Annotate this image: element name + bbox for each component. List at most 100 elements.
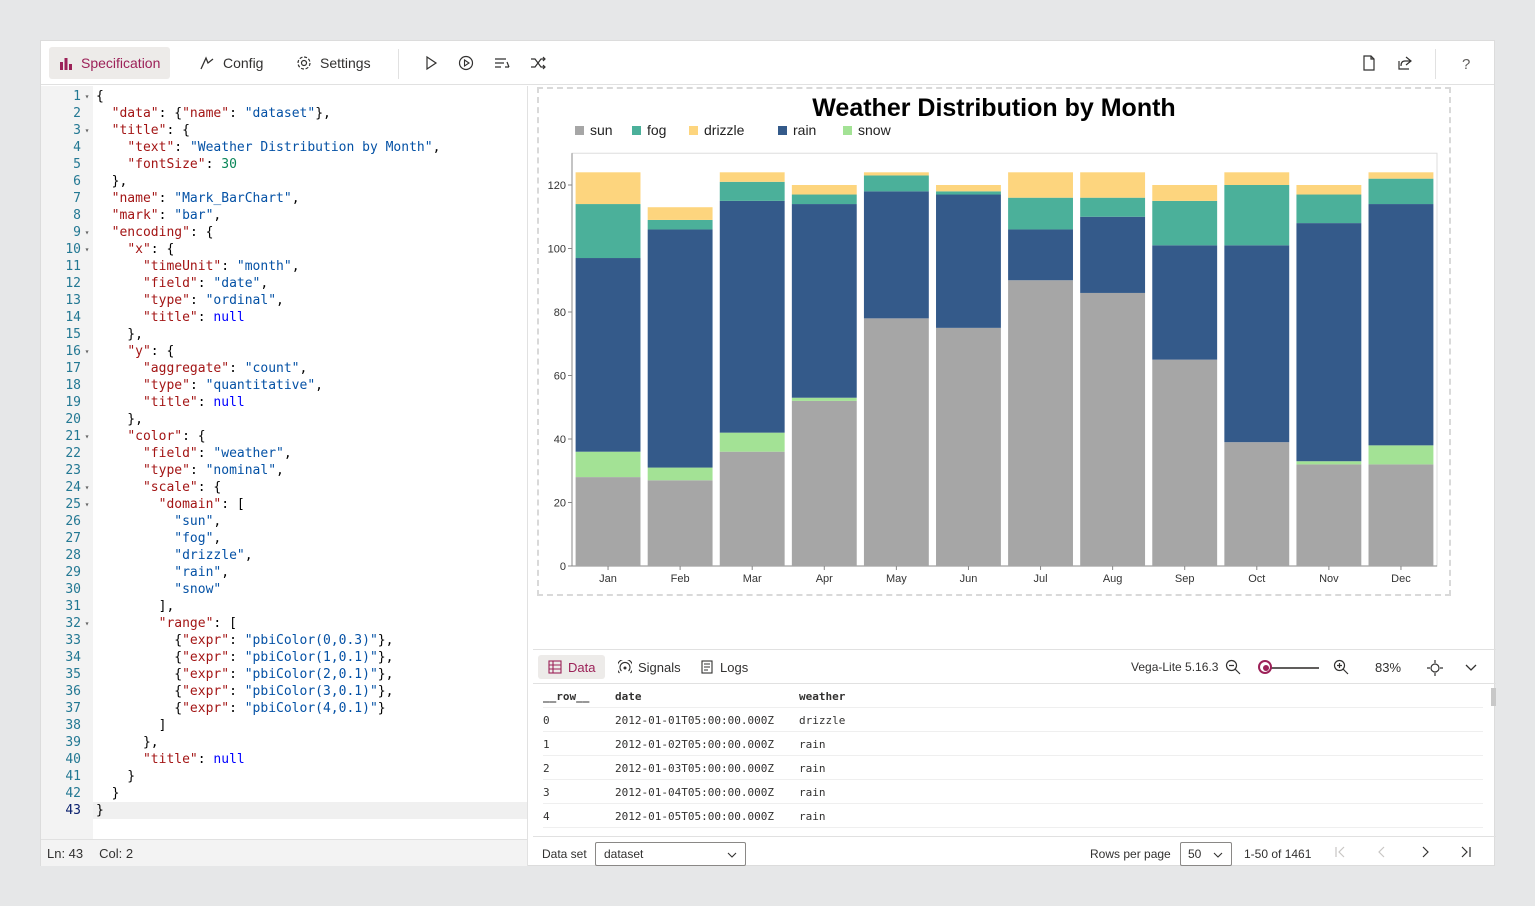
table-cell: 2012-01-04T05:00:00.000Z <box>615 786 774 799</box>
x-tick-label: Jul <box>1034 573 1048 585</box>
code-line[interactable]: "fontSize": 30 <box>96 156 237 173</box>
line-number: 42 <box>65 786 81 801</box>
line-number: 38 <box>65 718 81 733</box>
code-line[interactable]: "text": "Weather Distribution by Month", <box>96 139 440 156</box>
code-line[interactable]: "name": "Mark_BarChart", <box>96 190 300 207</box>
code-line[interactable]: "drizzle", <box>96 547 252 564</box>
document-icon[interactable] <box>1359 53 1379 73</box>
code-line[interactable]: "color": { <box>96 428 205 445</box>
run-icon[interactable] <box>421 53 441 73</box>
fit-to-view-icon[interactable] <box>1426 659 1444 677</box>
line-number: 18 <box>65 378 81 393</box>
fold-chevron-icon[interactable]: ▾ <box>82 428 92 445</box>
chevron-down-icon[interactable] <box>1463 659 1479 675</box>
fold-chevron-icon[interactable]: ▾ <box>82 122 92 139</box>
tab-specification[interactable]: Specification <box>49 47 171 79</box>
column-header: date <box>615 690 642 703</box>
zoom-out-icon[interactable] <box>1225 659 1241 675</box>
code-line[interactable]: }, <box>96 326 143 343</box>
bar-segment-snow <box>791 397 857 401</box>
zoom-in-icon[interactable] <box>1333 659 1349 675</box>
code-line[interactable]: {"expr": "pbiColor(2,0.1)"}, <box>96 666 393 683</box>
fold-chevron-icon[interactable]: ▾ <box>82 88 92 105</box>
tab-settings[interactable]: Settings <box>286 47 381 79</box>
shuffle-icon[interactable] <box>528 53 548 73</box>
code-line[interactable]: ] <box>96 717 167 734</box>
code-line[interactable]: "data": {"name": "dataset"}, <box>96 105 331 122</box>
bar-segment-rain <box>936 194 1001 328</box>
data-panel: Data Signals Logs Vega-Lite 5.16.3 83% _… <box>533 649 1496 867</box>
code-line[interactable]: "type": "ordinal", <box>96 292 284 309</box>
code-line[interactable]: "aggregate": "count", <box>96 360 307 377</box>
code-line[interactable]: "title": null <box>96 751 245 768</box>
code-line[interactable]: }, <box>96 734 159 751</box>
rows-per-page-select[interactable]: 50 <box>1180 842 1232 866</box>
bar-segment-sun <box>575 477 641 566</box>
dataset-label: Data set <box>542 847 587 861</box>
auto-apply-icon[interactable] <box>456 53 476 73</box>
code-line[interactable]: } <box>96 785 120 802</box>
code-line[interactable]: "field": "date", <box>96 275 268 292</box>
code-line[interactable]: "encoding": { <box>96 224 214 241</box>
code-line[interactable]: "x": { <box>96 241 174 258</box>
code-line[interactable]: "y": { <box>96 343 174 360</box>
code-line[interactable]: }, <box>96 173 128 190</box>
code-line[interactable]: } <box>96 768 135 785</box>
tab-signals[interactable]: Signals <box>608 655 691 679</box>
bar-segment-sun <box>863 318 929 566</box>
code-line[interactable]: {"expr": "pbiColor(1,0.1)"}, <box>96 649 393 666</box>
tab-data[interactable]: Data <box>538 655 606 679</box>
help-icon[interactable]: ? <box>1456 53 1476 73</box>
code-line[interactable]: "title": null <box>96 309 245 326</box>
table-scrollbar[interactable] <box>1491 688 1496 706</box>
code-line[interactable]: "timeUnit": "month", <box>96 258 300 275</box>
code-line[interactable]: "range": [ <box>96 615 237 632</box>
bar-segment-rain <box>719 200 785 433</box>
code-line[interactable]: "snow" <box>96 581 221 598</box>
table-cell: drizzle <box>799 714 846 727</box>
fold-chevron-icon[interactable]: ▾ <box>82 615 92 632</box>
code-line[interactable]: ], <box>96 598 175 615</box>
code-line[interactable]: "field": "weather", <box>96 445 292 462</box>
code-line[interactable]: "fog", <box>96 530 221 547</box>
code-line[interactable]: } <box>93 802 527 819</box>
fold-chevron-icon[interactable]: ▾ <box>82 343 92 360</box>
code-line[interactable]: "type": "quantitative", <box>96 377 323 394</box>
code-line[interactable]: "type": "nominal", <box>96 462 284 479</box>
line-number: 17 <box>65 361 81 376</box>
code-line[interactable]: {"expr": "pbiColor(0,0.3)"}, <box>96 632 393 649</box>
code-line[interactable]: "mark": "bar", <box>96 207 222 224</box>
line-number: 16 <box>65 344 81 359</box>
code-line[interactable]: "domain": [ <box>96 496 245 513</box>
code-line[interactable]: "scale": { <box>96 479 221 496</box>
share-icon[interactable] <box>1395 53 1415 73</box>
fold-chevron-icon[interactable]: ▾ <box>82 241 92 258</box>
tab-logs[interactable]: Logs <box>690 655 758 679</box>
spec-editor[interactable]: 1 ▾ 2 3 ▾ 4 5 6 7 8 9 ▾ 10 ▾ 11 12 13 14 15 16 ▾ 17 18 19 20 21 ▾ 2… <box>41 86 528 839</box>
code-line[interactable]: {"expr": "pbiColor(4,0.1)"} <box>96 700 385 717</box>
code-line[interactable]: "rain", <box>96 564 229 581</box>
first-page-icon[interactable] <box>1333 845 1347 859</box>
format-icon[interactable] <box>492 53 512 73</box>
fold-chevron-icon[interactable]: ▾ <box>82 496 92 513</box>
code-line[interactable]: }, <box>96 411 143 428</box>
line-number: 10 <box>65 242 81 257</box>
code-line[interactable]: "sun", <box>96 513 221 530</box>
last-page-icon[interactable] <box>1459 845 1473 859</box>
previous-page-icon[interactable] <box>1375 845 1389 859</box>
code-line[interactable]: {"expr": "pbiColor(3,0.1)"}, <box>96 683 393 700</box>
code-line[interactable]: "title": { <box>96 122 190 139</box>
zoom-slider-thumb[interactable] <box>1258 660 1272 674</box>
next-page-icon[interactable] <box>1418 845 1432 859</box>
x-tick-label: Apr <box>816 573 833 585</box>
code-line[interactable]: { <box>96 88 104 105</box>
fold-chevron-icon[interactable]: ▾ <box>82 479 92 496</box>
bar-segment-drizzle <box>1008 172 1073 198</box>
code-line[interactable]: "title": null <box>96 394 245 411</box>
bar-segment-sun <box>1152 359 1218 566</box>
zoom-percentage: 83% <box>1375 660 1402 675</box>
bar-chart-icon <box>60 58 72 70</box>
tab-config[interactable]: Config <box>189 47 273 79</box>
fold-chevron-icon[interactable]: ▾ <box>82 224 92 241</box>
dataset-select[interactable]: dataset <box>595 842 746 866</box>
